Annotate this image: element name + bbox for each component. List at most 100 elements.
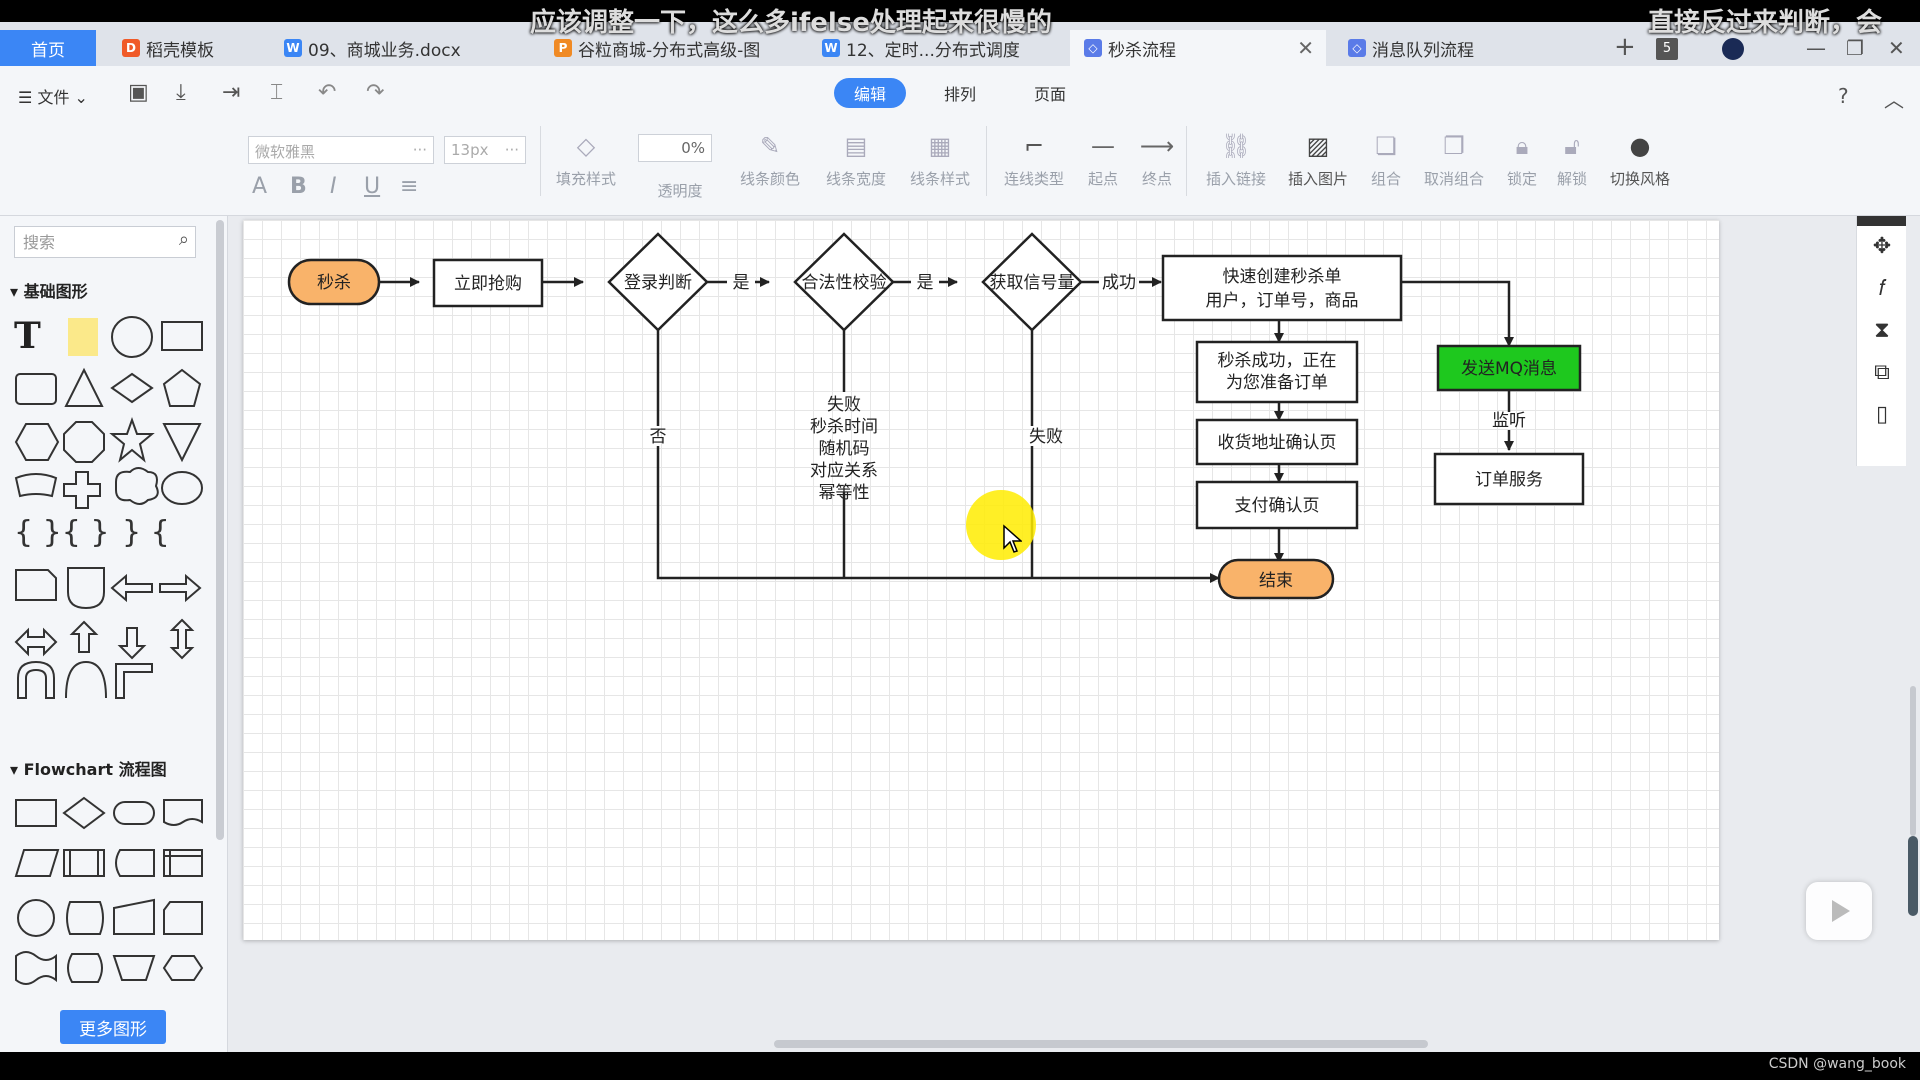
process-shape[interactable] [15,799,57,827]
tab-schedule[interactable]: W 12、定时...分布式调度 [808,30,1068,66]
horizontal-scrollbar[interactable] [774,1040,1428,1048]
export-icon[interactable]: ⇥ [222,80,240,105]
line-width-tool[interactable]: ▤ 线条宽度 [816,130,896,189]
close-tab-icon[interactable]: ✕ [1297,36,1314,60]
section-flowchart[interactable]: ▾ Flowchart 流程图 [10,756,167,780]
mode-page[interactable]: 页面 [1014,78,1086,108]
redo-icon[interactable]: ↷ [366,80,384,105]
corner-shape[interactable] [115,663,153,699]
tape-shape[interactable] [15,951,57,985]
help-icon[interactable]: ? [1838,84,1849,108]
diagram-page[interactable]: 秒杀 立即抢购 登录判断 合法性校验 获取信号量 快速创建秒杀单 用户，订单号，… [243,220,1719,940]
vertical-scrollbar[interactable] [1910,686,1916,836]
pages-icon[interactable]: ⧉ [1857,352,1907,394]
tab-count-badge[interactable]: 5 [1656,38,1678,60]
mode-arrange[interactable]: 排列 [924,78,996,108]
card-flow-shape[interactable] [163,901,203,935]
cross-shape[interactable] [63,471,101,509]
octagon-shape[interactable] [63,421,105,463]
note-shape[interactable] [68,318,98,356]
download-icon[interactable]: ⤓ [176,80,186,105]
font-family-select[interactable]: 微软雅黑 ··· [248,136,434,164]
text-shape[interactable]: T [14,315,41,357]
pentagon-shape[interactable] [162,368,202,407]
line-style-tool[interactable]: ▦ 线条样式 [900,130,980,189]
vertical-double-arrow-shape[interactable] [169,618,195,660]
rectangle-shape[interactable] [161,321,203,351]
history-icon[interactable]: ⧗ [1857,310,1907,352]
tab-ppt[interactable]: P 谷粒商城-分布式高级-图 [540,30,800,66]
edge-create-mq[interactable] [1401,280,1514,347]
font-size-select[interactable]: 13px ··· [444,136,526,164]
section-basic-shapes[interactable]: ▾ 基础图形 [10,278,88,302]
mode-edit[interactable]: 编辑 [834,78,906,108]
tab-mq-flow[interactable]: ◇ 消息队列流程 [1334,30,1590,66]
terminator-shape[interactable] [113,801,155,825]
formula-icon[interactable]: 𝑓 [1857,268,1907,310]
new-tab-icon[interactable]: + [1614,32,1636,62]
brace-shape[interactable]: } { [122,515,170,550]
navigator-icon[interactable]: ✥ [1857,226,1907,268]
double-arrow-shape[interactable] [14,627,58,657]
flag-shape[interactable] [14,473,58,498]
diamond-shape[interactable] [110,372,154,404]
up-arrow-shape[interactable] [69,620,99,653]
save-icon[interactable]: ▣ [128,80,149,105]
connector-shape[interactable] [17,899,55,937]
fill-style-tool[interactable]: ◇ 填充样式 [546,130,626,189]
opacity-input[interactable]: 0% [638,134,712,162]
line-color-tool[interactable]: ✎ 线条颜色 [730,130,810,189]
format-painter-icon[interactable]: ⌶ [270,80,283,105]
more-shapes-button[interactable]: 更多图形 [60,1010,166,1044]
hexagon-shape[interactable] [14,423,60,461]
stored-data-shape[interactable] [115,849,155,877]
inverted-triangle-shape[interactable] [162,423,202,463]
delay-shape[interactable] [67,953,103,983]
preparation-shape[interactable] [162,955,204,981]
video-play-button[interactable] [1806,882,1872,940]
sidebar-scrollbar[interactable] [216,220,224,840]
font-color-icon[interactable]: A [252,174,267,199]
file-menu[interactable]: ☰ 文件 ⌄ [18,84,88,108]
callout-shape[interactable] [161,471,203,505]
tab-templates[interactable]: D 稻壳模板 [108,30,258,66]
left-arrow-shape[interactable] [110,573,153,603]
decision-shape[interactable] [62,796,106,830]
manual-operation-shape[interactable] [112,955,156,981]
restore-icon[interactable]: ❐ [1846,36,1864,60]
switch-style-tool[interactable]: ● 切换风格 [1600,130,1680,189]
close-window-icon[interactable]: ✕ [1888,36,1905,60]
u-turn-shape[interactable] [17,660,55,699]
shape-search-input[interactable] [15,227,155,257]
right-arrow-shape[interactable] [159,573,202,603]
underline-icon[interactable]: U [364,174,380,199]
card-shape[interactable] [15,569,57,601]
document-icon[interactable]: ▯ [1857,394,1907,436]
document-shape[interactable] [163,799,203,826]
tab-home[interactable]: 首页 [0,30,96,66]
manual-input-shape[interactable] [113,898,155,935]
undo-icon[interactable]: ↶ [318,80,336,105]
star-shape[interactable] [109,417,155,463]
vertical-scroll-thumb[interactable] [1908,836,1918,916]
cloud-shape[interactable] [115,467,159,505]
tab-docx[interactable]: W 09、商城业务.docx [270,30,530,66]
display-shape[interactable] [66,901,104,935]
collapse-toolbar-icon[interactable]: ︿ [1884,84,1904,113]
italic-icon[interactable]: I [330,174,337,199]
edge-no-end[interactable] [656,446,1220,583]
align-icon[interactable]: ≡ [400,174,418,199]
search-icon[interactable]: ⌕ [179,229,189,250]
avatar[interactable] [1722,38,1744,60]
triangle-shape[interactable] [64,367,104,407]
tab-seckill-flow[interactable]: ◇ 秒杀流程 ✕ [1070,30,1326,66]
insert-link-tool[interactable]: ⛓ 插入链接 [1196,130,1276,189]
bold-icon[interactable]: B [290,174,307,199]
data-shape[interactable] [14,849,60,877]
arch-shape[interactable] [65,660,107,699]
minimize-icon[interactable]: — [1806,36,1826,60]
connector-type-tool[interactable]: ⌐ 连线类型 [994,130,1074,189]
rounded-rectangle-shape[interactable] [15,373,57,405]
braces-shape[interactable]: { }{ } [14,515,109,550]
circle-shape[interactable] [111,316,153,358]
